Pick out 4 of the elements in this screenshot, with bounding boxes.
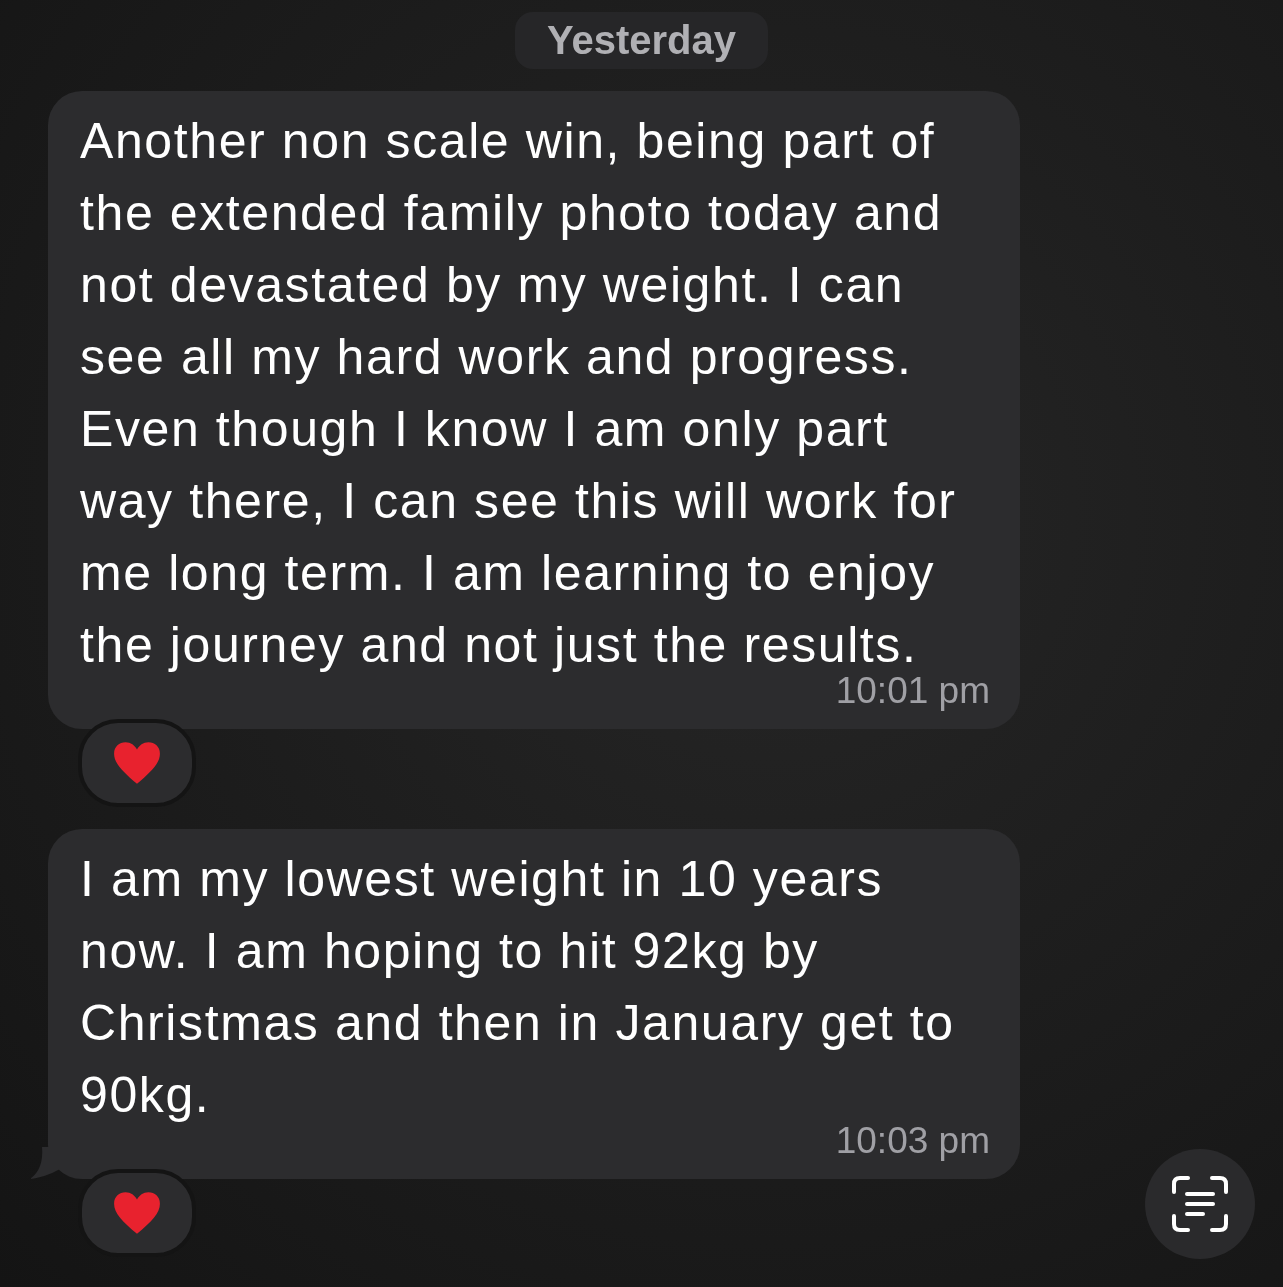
heart-icon bbox=[112, 1190, 162, 1236]
date-divider: Yesterday bbox=[515, 12, 768, 69]
text-scan-icon bbox=[1170, 1174, 1230, 1234]
heart-icon bbox=[112, 740, 162, 786]
